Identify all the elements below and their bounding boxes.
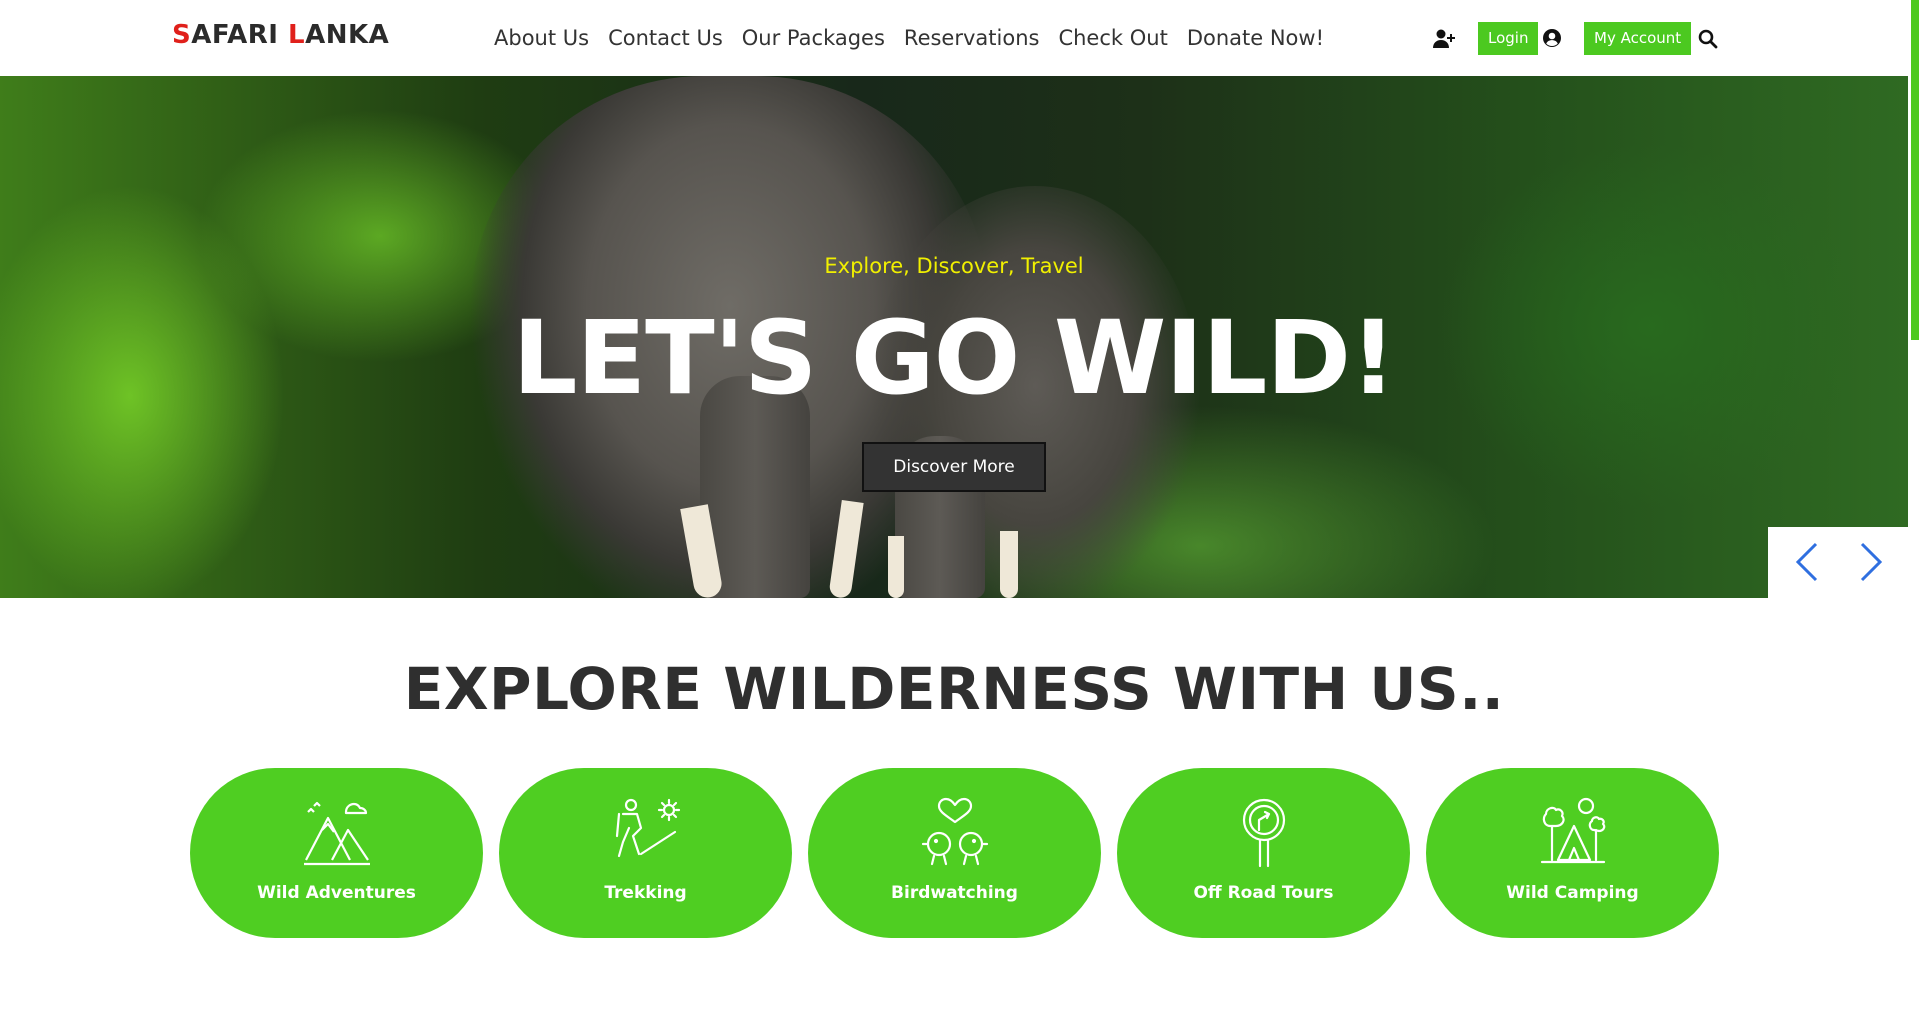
- card-off-road-tours[interactable]: Off Road Tours: [1117, 768, 1410, 938]
- slider-next-arrow-icon[interactable]: [1850, 540, 1890, 584]
- card-wild-camping[interactable]: Wild Camping: [1426, 768, 1719, 938]
- my-account-button[interactable]: My Account: [1584, 22, 1692, 55]
- card-label: Trekking: [604, 883, 687, 903]
- hero-title: LET'S GO WILD!: [512, 299, 1396, 418]
- add-user-icon[interactable]: [1432, 27, 1456, 51]
- signpost-icon: [1242, 798, 1286, 868]
- site-header: SAFARI LANKA About Us Contact Us Our Pac…: [0, 0, 1919, 76]
- nav-contact-us[interactable]: Contact Us: [608, 24, 723, 52]
- nav-donate-now[interactable]: Donate Now!: [1187, 24, 1324, 52]
- elephant-tusk: [1000, 531, 1018, 598]
- hero-banner: Explore, Discover, Travel LET'S GO WILD!…: [0, 76, 1908, 598]
- user-circle-icon[interactable]: [1542, 28, 1562, 48]
- slider-prev-arrow-icon[interactable]: [1788, 540, 1828, 584]
- discover-more-button[interactable]: Discover More: [862, 442, 1046, 492]
- main-nav: About Us Contact Us Our Packages Reserva…: [494, 24, 1343, 52]
- card-label: Birdwatching: [891, 883, 1018, 903]
- card-label: Wild Adventures: [257, 883, 416, 903]
- logo-text-lanka: ANKA: [305, 20, 390, 50]
- explore-section-title: EXPLORE WILDERNESS WITH US..: [403, 655, 1505, 723]
- card-birdwatching[interactable]: Birdwatching: [808, 768, 1101, 938]
- mountains-icon: [304, 801, 370, 866]
- card-label: Off Road Tours: [1193, 883, 1334, 903]
- hero-subtitle: Explore, Discover, Travel: [824, 254, 1084, 278]
- card-wild-adventures[interactable]: Wild Adventures: [190, 768, 483, 938]
- logo-letter-l: L: [288, 20, 306, 50]
- card-label: Wild Camping: [1506, 883, 1639, 903]
- card-trekking[interactable]: Trekking: [499, 768, 792, 938]
- birds-icon: [921, 797, 989, 866]
- elephant-tusk: [888, 536, 904, 598]
- logo-letter-s: S: [172, 20, 192, 50]
- slider-controls: [1768, 527, 1908, 598]
- nav-reservations[interactable]: Reservations: [904, 24, 1040, 52]
- hiker-icon: [615, 798, 681, 858]
- logo-text-safari: AFARI: [191, 20, 289, 50]
- nav-about-us[interactable]: About Us: [494, 24, 589, 52]
- site-logo[interactable]: SAFARI LANKA: [172, 20, 389, 50]
- search-icon[interactable]: [1698, 29, 1718, 49]
- page-scrollbar-thumb[interactable]: [1911, 0, 1919, 340]
- login-button[interactable]: Login: [1478, 22, 1539, 55]
- tent-icon: [1540, 797, 1606, 864]
- nav-our-packages[interactable]: Our Packages: [742, 24, 885, 52]
- nav-check-out[interactable]: Check Out: [1058, 24, 1167, 52]
